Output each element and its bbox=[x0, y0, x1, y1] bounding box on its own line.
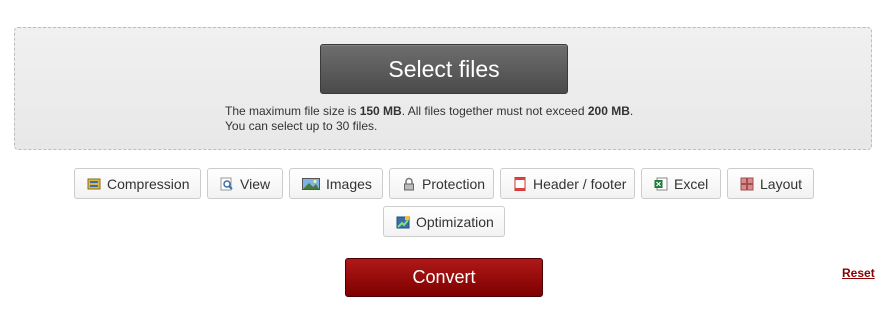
upload-limits-info: The maximum file size is 150 MB. All fil… bbox=[225, 104, 633, 134]
header-footer-icon bbox=[513, 176, 527, 191]
option-view-button[interactable]: View bbox=[207, 168, 283, 199]
info-suffix: . bbox=[629, 104, 634, 118]
reset-link[interactable]: Reset bbox=[842, 266, 875, 280]
info-prefix: The maximum file size is bbox=[225, 104, 360, 118]
optimization-icon bbox=[396, 215, 410, 229]
max-total-size: 200 MB bbox=[587, 104, 630, 118]
convert-button[interactable]: Convert bbox=[345, 258, 543, 297]
upload-limits-line-2: You can select up to 30 files. bbox=[225, 119, 378, 133]
excel-icon bbox=[654, 177, 668, 191]
option-header-footer-button[interactable]: Header / footer bbox=[500, 168, 635, 199]
lock-icon bbox=[402, 177, 416, 191]
option-compression-button[interactable]: Compression bbox=[74, 168, 201, 199]
option-layout-button[interactable]: Layout bbox=[727, 168, 814, 199]
compression-icon bbox=[87, 177, 101, 191]
option-label: Images bbox=[326, 175, 372, 192]
option-label: Excel bbox=[674, 175, 709, 192]
upload-dropzone[interactable]: Select files The maximum file size is 15… bbox=[14, 27, 872, 150]
option-label: Compression bbox=[107, 175, 190, 192]
option-optimization-button[interactable]: Optimization bbox=[383, 206, 505, 237]
option-protection-button[interactable]: Protection bbox=[389, 168, 494, 199]
option-images-button[interactable]: Images bbox=[289, 168, 383, 199]
layout-icon bbox=[740, 177, 754, 191]
select-files-button[interactable]: Select files bbox=[320, 44, 568, 94]
option-label: Header / footer bbox=[533, 175, 627, 192]
option-label: Layout bbox=[760, 175, 803, 192]
images-icon bbox=[302, 177, 320, 191]
upload-limits-line-1: The maximum file size is 150 MB. All fil… bbox=[225, 104, 633, 119]
info-middle: . All files together must not exceed bbox=[401, 104, 588, 118]
max-file-size: 150 MB bbox=[359, 104, 402, 118]
option-label: Optimization bbox=[416, 213, 494, 230]
option-excel-button[interactable]: Excel bbox=[641, 168, 721, 199]
option-label: Protection bbox=[422, 175, 486, 192]
view-magnifier-icon bbox=[220, 177, 234, 191]
option-label: View bbox=[240, 175, 271, 192]
